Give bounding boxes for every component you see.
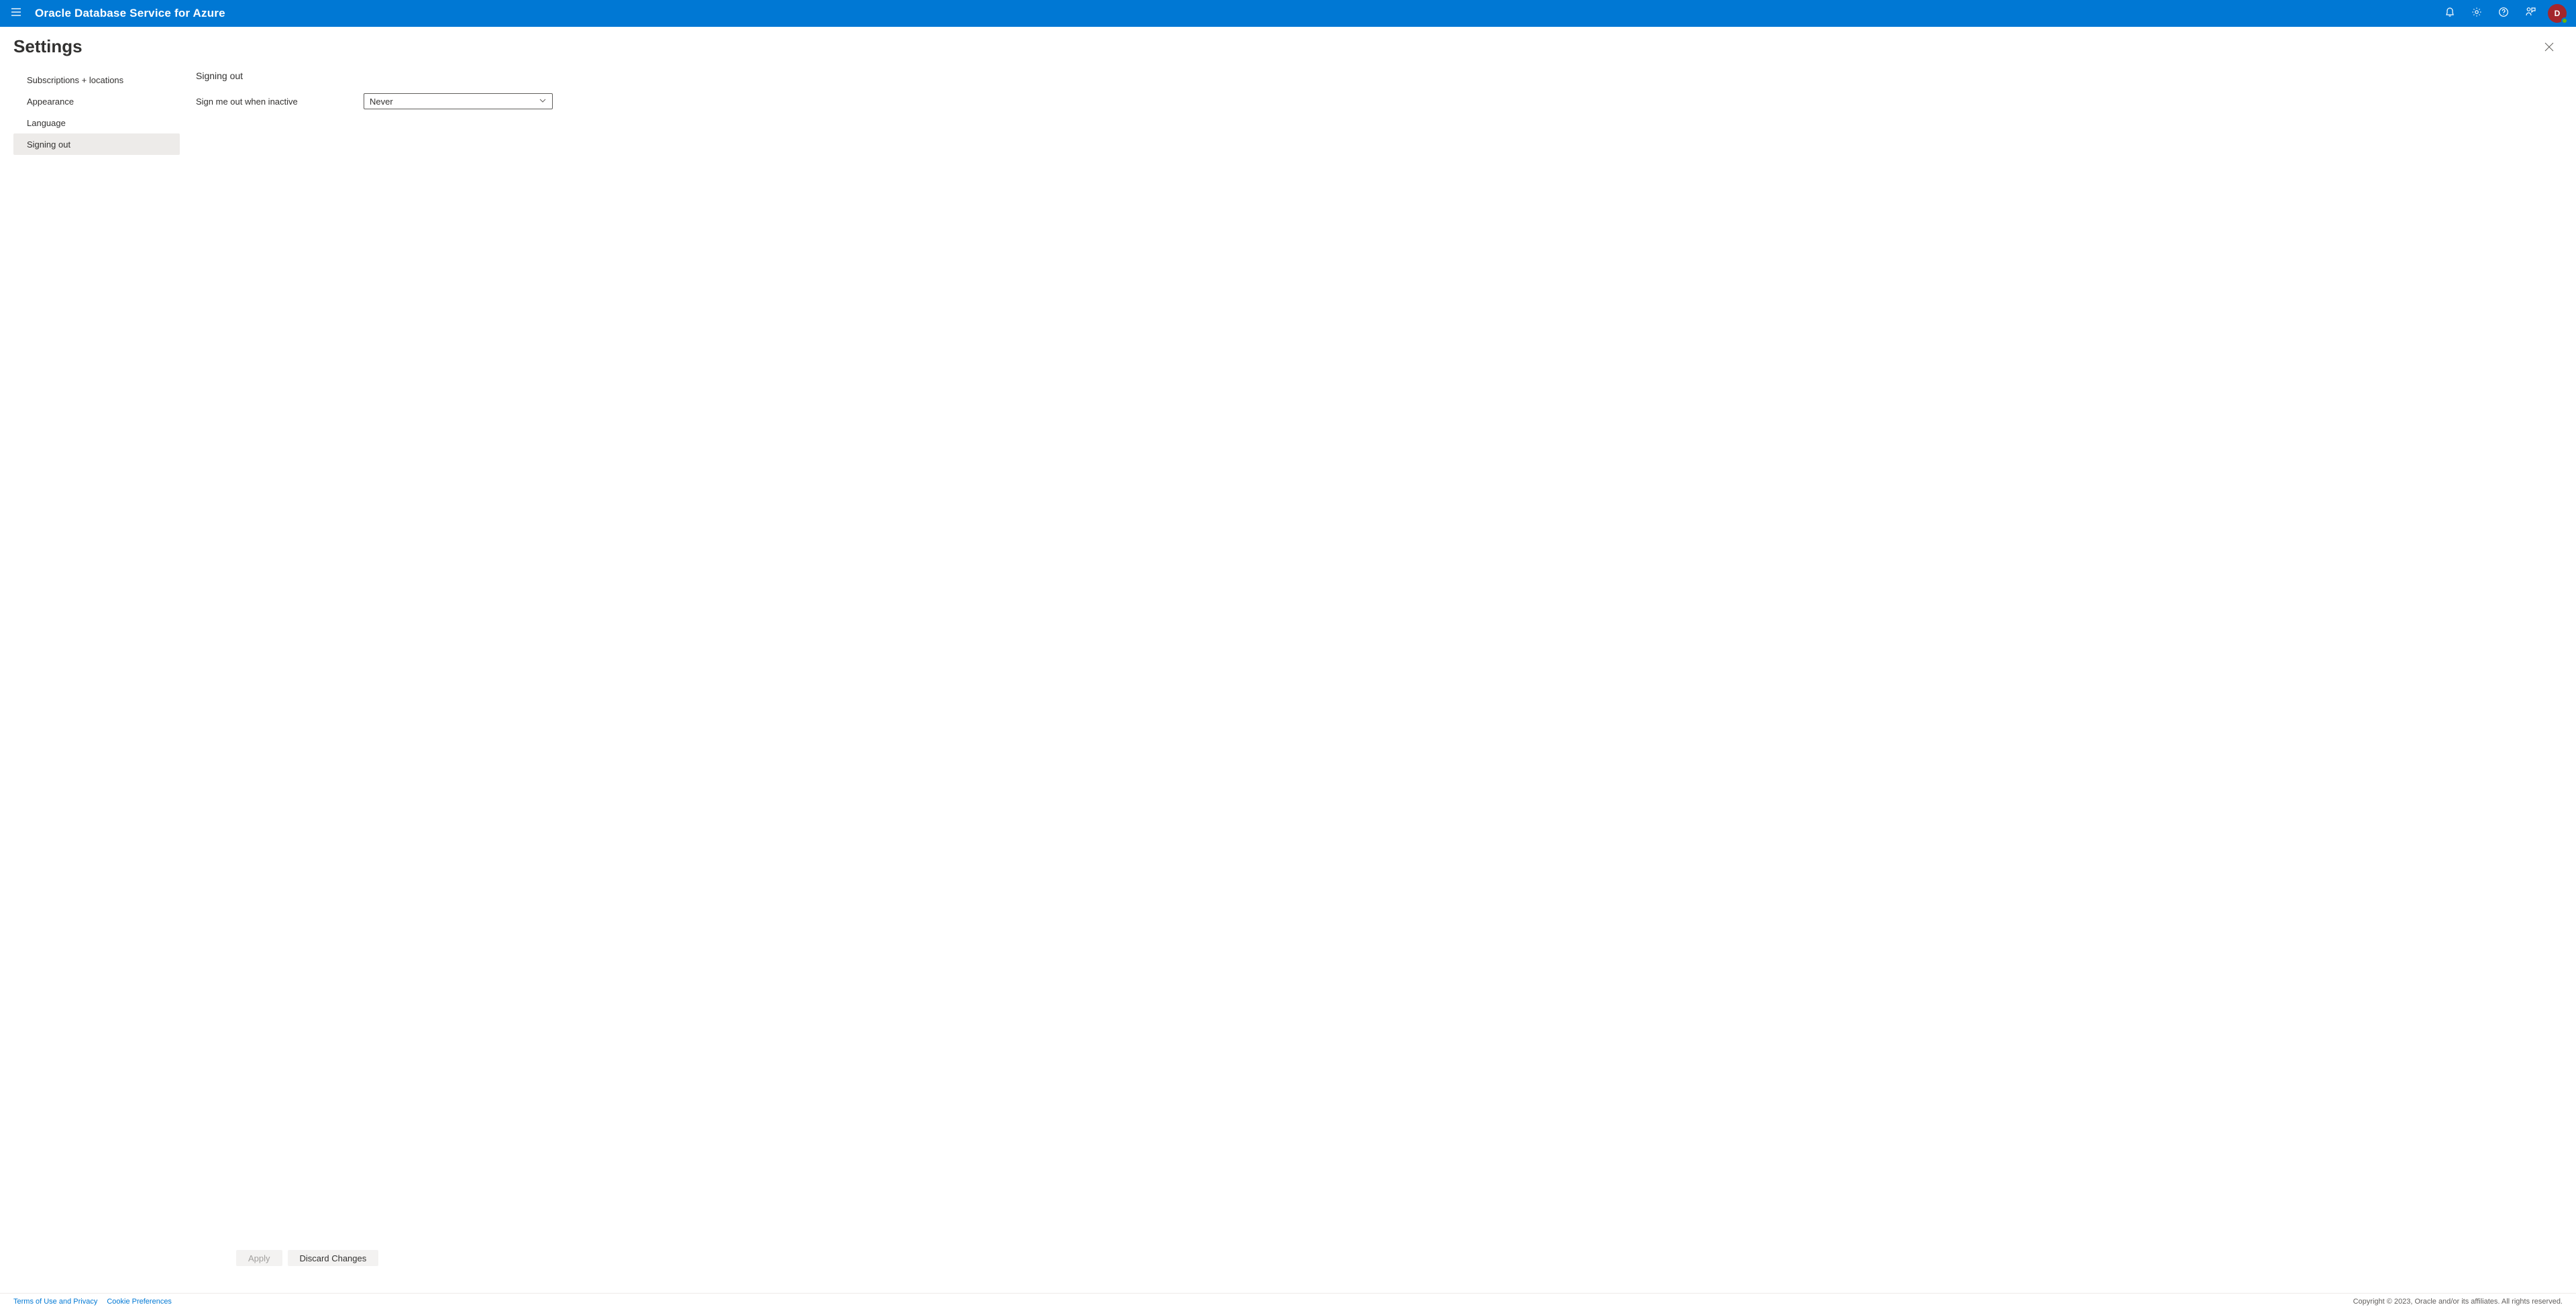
field-label: Sign me out when inactive bbox=[196, 97, 364, 107]
brand-title[interactable]: Oracle Database Service for Azure bbox=[35, 7, 225, 20]
help-icon bbox=[2498, 7, 2509, 21]
page-title: Settings bbox=[13, 36, 83, 57]
gear-icon bbox=[2471, 7, 2482, 21]
help-button[interactable] bbox=[2490, 0, 2517, 27]
nav-item-label: Appearance bbox=[27, 97, 74, 107]
bell-icon bbox=[2445, 7, 2455, 21]
notifications-button[interactable] bbox=[2436, 0, 2463, 27]
footer-link-cookies[interactable]: Cookie Preferences bbox=[107, 1298, 172, 1306]
apply-button[interactable]: Apply bbox=[236, 1250, 282, 1266]
account-button[interactable]: D bbox=[2548, 4, 2567, 23]
dropdown-value: Never bbox=[370, 97, 393, 107]
nav-item-appearance[interactable]: Appearance bbox=[13, 91, 180, 112]
footer-link-terms[interactable]: Terms of Use and Privacy bbox=[13, 1298, 97, 1306]
section-title: Signing out bbox=[196, 70, 2560, 81]
footer: Terms of Use and Privacy Cookie Preferen… bbox=[0, 1293, 2576, 1309]
page-header: Settings bbox=[0, 27, 2576, 69]
nav-item-signing-out[interactable]: Signing out bbox=[13, 133, 180, 155]
hamburger-icon bbox=[11, 7, 21, 21]
nav-item-label: Signing out bbox=[27, 139, 70, 150]
settings-content: Signing out Sign me out when inactive Ne… bbox=[180, 69, 2576, 1293]
close-button[interactable] bbox=[2538, 38, 2560, 59]
nav-item-language[interactable]: Language bbox=[13, 112, 180, 133]
nav-item-subscriptions[interactable]: Subscriptions + locations bbox=[13, 69, 180, 91]
settings-button[interactable] bbox=[2463, 0, 2490, 27]
nav-item-label: Language bbox=[27, 118, 66, 128]
nav-item-label: Subscriptions + locations bbox=[27, 75, 123, 85]
button-row: Apply Discard Changes bbox=[196, 1239, 2560, 1293]
chevron-down-icon bbox=[539, 97, 547, 107]
avatar-initial: D bbox=[2555, 9, 2561, 18]
topbar: Oracle Database Service for Azure bbox=[0, 0, 2576, 27]
discard-button[interactable]: Discard Changes bbox=[288, 1250, 379, 1266]
inactive-signout-dropdown[interactable]: Never bbox=[364, 93, 553, 109]
settings-nav: Subscriptions + locations Appearance Lan… bbox=[13, 69, 180, 1293]
presence-indicator-icon bbox=[2561, 17, 2568, 24]
inactive-signout-row: Sign me out when inactive Never bbox=[196, 93, 2560, 109]
hamburger-button[interactable] bbox=[0, 0, 32, 27]
close-icon bbox=[2544, 42, 2554, 55]
footer-copyright: Copyright © 2023, Oracle and/or its affi… bbox=[2353, 1298, 2563, 1306]
feedback-button[interactable] bbox=[2517, 0, 2544, 27]
settings-page: Settings Subscriptions + locations Appea… bbox=[0, 27, 2576, 1293]
feedback-icon bbox=[2525, 6, 2536, 21]
